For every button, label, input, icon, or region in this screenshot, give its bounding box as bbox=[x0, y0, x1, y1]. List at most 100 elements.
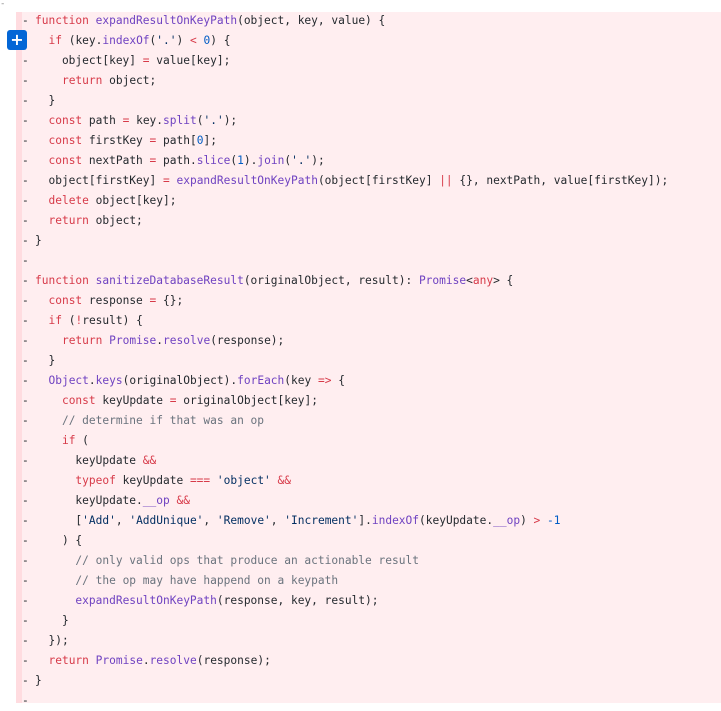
deleted-code-line[interactable]: -} bbox=[16, 231, 721, 251]
deletion-marker: - bbox=[22, 474, 29, 487]
code-token: any bbox=[472, 274, 494, 287]
deleted-code-line[interactable]: - const path = key.split('.'); bbox=[16, 111, 721, 131]
code-token: object[key]; bbox=[88, 194, 177, 207]
add-comment-button[interactable]: + bbox=[7, 30, 27, 50]
code-token: (originalObject). bbox=[122, 374, 238, 387]
diff-code-lines: - function expandResultOnKeyPath(object, … bbox=[16, 11, 721, 711]
deletion-marker: - bbox=[22, 294, 29, 307]
code-token: 'Increment' bbox=[284, 514, 359, 527]
deleted-code-line[interactable]: - // the op may have happend on a keypat… bbox=[16, 571, 721, 591]
deleted-code-line[interactable]: - bbox=[16, 691, 721, 711]
code-token: (key bbox=[284, 374, 318, 387]
code-token: join bbox=[257, 154, 285, 167]
deleted-code-line[interactable]: - // only valid ops that produce an acti… bbox=[16, 551, 721, 571]
deleted-code-line[interactable]: - keyUpdate.__op && bbox=[16, 491, 721, 511]
code-token: keyUpdate bbox=[35, 454, 143, 467]
deleted-code-line[interactable]: - const response = {}; bbox=[16, 291, 721, 311]
deleted-code-line[interactable]: - if ( bbox=[16, 431, 721, 451]
code-text: const nextPath = path.slice(1).join('.')… bbox=[35, 151, 324, 171]
code-token: resolve bbox=[149, 654, 197, 667]
deleted-code-line[interactable]: - } bbox=[16, 611, 721, 631]
deleted-code-line[interactable]: - // determine if that was an op bbox=[16, 411, 721, 431]
deleted-code-line[interactable]: - const firstKey = path[0]; bbox=[16, 131, 721, 151]
code-text: keyUpdate.__op && bbox=[35, 491, 190, 511]
deleted-code-line[interactable]: - expandResultOnKeyPath(response, key, r… bbox=[16, 591, 721, 611]
code-text: }); bbox=[35, 631, 69, 651]
code-text: } bbox=[35, 671, 42, 691]
deletion-marker: - bbox=[22, 674, 29, 687]
code-token: // determine if that was an op bbox=[61, 414, 265, 427]
code-token: } bbox=[35, 94, 56, 107]
code-token: return bbox=[48, 654, 89, 667]
deleted-code-line[interactable]: - function expandResultOnKeyPath(object, … bbox=[16, 11, 721, 31]
code-token: Promise bbox=[95, 654, 143, 667]
deleted-code-line[interactable]: - object[key] = value[key]; bbox=[16, 51, 721, 71]
deleted-code-line[interactable]: - Object.keys(originalObject).forEach(ke… bbox=[16, 371, 721, 391]
deletion-marker: - bbox=[22, 534, 29, 547]
deletion-marker: - bbox=[22, 134, 29, 147]
deletion-marker: - bbox=[22, 614, 29, 627]
deletion-marker: - bbox=[22, 14, 29, 27]
code-token: key. bbox=[129, 114, 164, 127]
code-token: = bbox=[142, 54, 150, 67]
code-text: } bbox=[35, 611, 69, 631]
code-text: const firstKey = path[0]; bbox=[35, 131, 216, 151]
deleted-code-line[interactable]: - ['Add', 'AddUnique', 'Remove', 'Increm… bbox=[16, 511, 721, 531]
deleted-code-line[interactable]: - return Promise.resolve(response); bbox=[16, 331, 721, 351]
code-token: (object, key, value) { bbox=[237, 14, 386, 27]
code-text: ['Add', 'AddUnique', 'Remove', 'Incremen… bbox=[35, 511, 560, 531]
code-token: object[firstKey] bbox=[35, 174, 163, 187]
code-token: keyUpdate bbox=[115, 474, 190, 487]
code-token: object; bbox=[102, 74, 157, 87]
code-token: = bbox=[162, 174, 170, 187]
deleted-code-line[interactable]: - const keyUpdate = originalObject[key]; bbox=[16, 391, 721, 411]
code-token: const bbox=[61, 394, 96, 407]
code-token: if bbox=[61, 434, 76, 447]
deleted-code-line[interactable]: - const nextPath = path.slice(1).join('.… bbox=[16, 151, 721, 171]
deleted-code-line[interactable]: - }); bbox=[16, 631, 721, 651]
deleted-code-line[interactable]: - return object; bbox=[16, 71, 721, 91]
code-token: originalObject[key]; bbox=[176, 394, 318, 407]
code-token: return bbox=[61, 334, 103, 347]
deletion-marker: - bbox=[22, 234, 29, 247]
code-token: expandResultOnKeyPath bbox=[95, 14, 238, 27]
code-token: firstKey bbox=[82, 134, 150, 147]
code-token: ) { bbox=[210, 34, 231, 47]
code-token: '.' bbox=[203, 114, 224, 127]
deleted-code-line[interactable]: - bbox=[16, 251, 721, 271]
code-text: function sanitizeDatabaseResult(original… bbox=[35, 271, 513, 291]
code-token: ); bbox=[223, 114, 238, 127]
code-token: typeof bbox=[75, 474, 116, 487]
deleted-code-line[interactable]: - typeof keyUpdate === 'object' && bbox=[16, 471, 721, 491]
code-token: (key. bbox=[61, 34, 103, 47]
deleted-code-line[interactable]: - if (!result) { bbox=[16, 311, 721, 331]
deleted-code-line[interactable]: - return object; bbox=[16, 211, 721, 231]
code-token: Promise bbox=[109, 334, 157, 347]
code-token: && bbox=[277, 474, 292, 487]
deleted-code-line[interactable]: - keyUpdate && bbox=[16, 451, 721, 471]
code-token: }); bbox=[35, 634, 69, 647]
deleted-code-line[interactable]: - function sanitizeDatabaseResult(origina… bbox=[16, 271, 721, 291]
deletion-marker: - bbox=[22, 554, 29, 567]
code-token: {}; bbox=[156, 294, 184, 307]
deletion-marker: - bbox=[22, 114, 29, 127]
deleted-code-line[interactable]: - return Promise.resolve(response); bbox=[16, 651, 721, 671]
deleted-code-line[interactable]: - ) { bbox=[16, 531, 721, 551]
code-text: if (key.indexOf('.') < 0) { bbox=[35, 31, 230, 51]
code-text: keyUpdate && bbox=[35, 451, 156, 471]
deleted-code-line[interactable]: - if (key.indexOf('.') < 0) { bbox=[16, 31, 721, 51]
code-token: || bbox=[439, 174, 453, 187]
deleted-code-line[interactable]: - } bbox=[16, 351, 721, 371]
code-token: , bbox=[115, 514, 130, 527]
deleted-code-line[interactable]: - delete object[key]; bbox=[16, 191, 721, 211]
deleted-code-line[interactable]: -} bbox=[16, 671, 721, 691]
deleted-code-line[interactable]: - } bbox=[16, 91, 721, 111]
deleted-code-line[interactable]: - object[firstKey] = expandResultOnKeyPa… bbox=[16, 171, 721, 191]
